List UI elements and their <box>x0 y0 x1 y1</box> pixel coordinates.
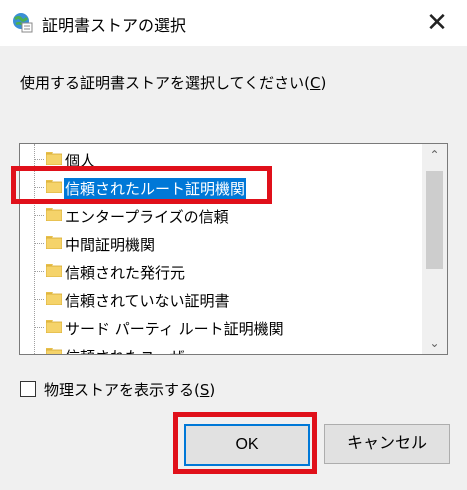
close-icon: ✕ <box>426 8 448 38</box>
tree-item-label: 中間証明機関 <box>65 236 156 254</box>
cancel-button[interactable]: キャンセル <box>324 424 450 464</box>
tree-item-personal[interactable]: 個人 <box>20 146 422 174</box>
tree-item-third-party-root[interactable]: サード パーティ ルート証明機関 <box>20 314 422 342</box>
folder-icon <box>46 236 62 249</box>
tree-item-label: 信頼されたユーザ <box>64 346 186 354</box>
vertical-scrollbar[interactable]: ⌃ ⌄ <box>422 144 447 354</box>
tree-item-trusted-people[interactable]: 信頼されたユーザ <box>20 342 422 354</box>
instruction-suffix: ) <box>320 74 327 92</box>
show-physical-store-label[interactable]: 物理ストアを表示する(S) <box>44 379 215 400</box>
title-bar: 証明書ストアの選択 ✕ <box>0 0 467 46</box>
tree-connector <box>34 271 44 272</box>
folder-icon <box>46 264 62 277</box>
folder-icon <box>46 320 62 333</box>
tree-connector <box>34 159 44 160</box>
chevron-down-icon: ⌄ <box>429 336 440 350</box>
window-title: 証明書ストアの選択 <box>42 16 187 35</box>
close-button[interactable]: ✕ <box>422 8 452 38</box>
scroll-up-button[interactable]: ⌃ <box>422 144 447 166</box>
tree-item-label: 個人 <box>65 152 96 170</box>
instruction-label: 使用する証明書ストアを選択してください(C) <box>20 72 326 93</box>
tree-item-label: 信頼されていない証明書 <box>65 292 230 310</box>
show-physical-store-checkbox[interactable] <box>20 381 36 397</box>
scroll-down-button[interactable]: ⌄ <box>422 332 447 354</box>
tree-item-label: 信頼された発行元 <box>65 264 186 282</box>
ok-button[interactable]: OK <box>184 424 310 466</box>
tree-item-trusted-root[interactable]: 信頼されたルート証明機関 <box>20 174 422 202</box>
tree-item-enterprise-trust[interactable]: エンタープライズの信頼 <box>20 202 422 230</box>
tree-connector <box>34 215 44 216</box>
scroll-thumb[interactable] <box>426 171 443 269</box>
tree-item-label: サード パーティ ルート証明機関 <box>65 320 284 338</box>
tree-connector <box>34 243 44 244</box>
tree-connector <box>34 187 44 188</box>
tree-item-label: エンタープライズの信頼 <box>65 208 229 226</box>
tree-content: 個人 信頼されたルート証明機関 エンタープライズの信頼 中間証明機関 信頼された… <box>20 144 422 354</box>
folder-icon <box>46 208 62 221</box>
tree-connector <box>34 327 44 328</box>
instruction-text: 使用する証明書ストアを選択してください( <box>20 74 310 92</box>
instruction-accel-key: C <box>309 74 321 92</box>
tree-item-trusted-publishers[interactable]: 信頼された発行元 <box>20 258 422 286</box>
tree-item-untrusted[interactable]: 信頼されていない証明書 <box>20 286 422 314</box>
folder-icon <box>46 180 62 193</box>
store-tree-view[interactable]: 個人 信頼されたルート証明機関 エンタープライズの信頼 中間証明機関 信頼された… <box>19 143 448 355</box>
folder-icon <box>46 152 62 165</box>
tree-connector <box>34 299 44 300</box>
chevron-up-icon: ⌃ <box>429 148 440 162</box>
folder-icon <box>46 292 62 305</box>
tree-item-intermediate[interactable]: 中間証明機関 <box>20 230 422 258</box>
certificate-globe-icon <box>13 13 33 33</box>
folder-icon <box>46 348 62 354</box>
tree-item-label: 信頼されたルート証明機関 <box>64 178 247 199</box>
